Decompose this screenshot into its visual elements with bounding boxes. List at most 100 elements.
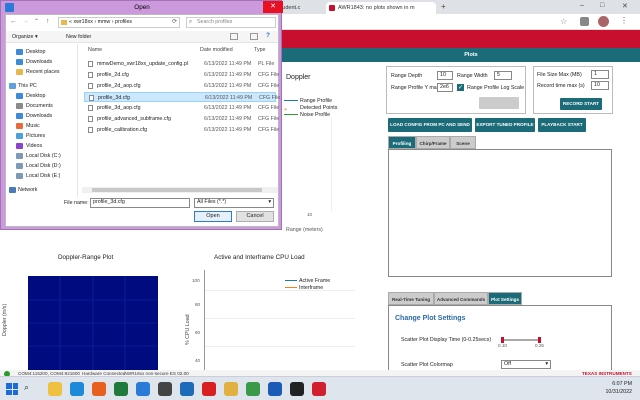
- cpu-tick-80: 80: [195, 302, 201, 307]
- range-profile-ymax-label: Range Profile Y max: [391, 85, 440, 91]
- star-icon[interactable]: ☆: [560, 17, 569, 26]
- file-name-input[interactable]: profile_3d.cfg: [90, 198, 190, 208]
- file-date: 6/13/2022 11:49 PM: [204, 116, 252, 122]
- tab-advanced-commands[interactable]: Advanced Commands: [434, 292, 488, 305]
- terminal-icon[interactable]: [290, 382, 304, 396]
- dialog-body: ← → ⌃ ↑ « xwr18xx › mmw › profiles ⟳ ⌕ S…: [5, 14, 280, 227]
- file-type-select[interactable]: All Files (*.*) ▾: [194, 198, 274, 208]
- tab-scene[interactable]: Scene: [450, 136, 476, 149]
- taskbar-search-icon[interactable]: ⌕: [24, 382, 40, 396]
- horizontal-scrollbar[interactable]: [82, 187, 278, 193]
- file-date: 6/13/2022 11:49 PM: [204, 61, 252, 67]
- record-settings-panel: File Size Max (MB) 1 Record time max (s)…: [533, 66, 613, 114]
- cancel-button[interactable]: Cancel: [236, 211, 274, 222]
- file-date: 6/13/2022 11:49 PM: [204, 83, 252, 89]
- open-button[interactable]: Open: [194, 211, 232, 222]
- legend-range-profile: Range Profile: [284, 98, 354, 105]
- export-profile-button[interactable]: EXPORT TUNED PROFILE: [475, 118, 535, 132]
- taskbar: ⌕ 6:07 PM 10/31/2022: [0, 376, 640, 400]
- load-config-button[interactable]: LOAD CONFIG FROM PC AND SEND: [388, 118, 472, 132]
- range-width-label: Range Width: [457, 73, 488, 79]
- doppler-range-heatmap: [28, 276, 158, 370]
- taskbar-clock[interactable]: 6:07 PM 10/31/2022: [577, 380, 632, 396]
- minimize-button[interactable]: –: [580, 2, 584, 9]
- tab-chirp-frame[interactable]: Chirp/Frame: [416, 136, 450, 149]
- file-name: profile_2d.cfg: [97, 72, 129, 78]
- excel-icon[interactable]: [114, 382, 128, 396]
- record-time-input[interactable]: 10: [591, 81, 609, 90]
- tab-real-time-tuning[interactable]: Real-Time Tuning: [388, 292, 434, 305]
- chrome-icon[interactable]: [246, 382, 260, 396]
- tab-plots[interactable]: Plots: [282, 48, 640, 62]
- edge-icon[interactable]: [70, 382, 84, 396]
- file-size-label: File Size Max (MB): [537, 72, 582, 78]
- close-window-button[interactable]: ✕: [622, 2, 628, 10]
- app-cube-icon[interactable]: [312, 382, 326, 396]
- file-row[interactable]: profile_advanced_subframe.cfg 6/13/2022 1…: [84, 114, 279, 124]
- tab-plot-settings[interactable]: Plot Settings: [488, 292, 522, 305]
- firefox-icon[interactable]: [92, 382, 106, 396]
- range-profile-ymax-input[interactable]: 2e6: [437, 83, 453, 92]
- record-start-button[interactable]: RECORD START: [560, 98, 602, 110]
- dialog-title: Open: [134, 4, 150, 11]
- file-name: profile_3d_aop.cfg: [97, 105, 141, 111]
- playback-start-button[interactable]: PLAYBACK START: [538, 118, 586, 132]
- log-scale-label: Range Profile Log Scale: [467, 85, 525, 91]
- cpu-tick-100: 100: [192, 278, 200, 283]
- range-profile-plot-area: [282, 118, 332, 212]
- dialog-close-button[interactable]: ✕: [263, 1, 283, 13]
- browser-tab-awr1843[interactable]: AWR1843: no plots shown in m: [326, 2, 436, 14]
- file-name: profile_3d.cfg: [98, 95, 130, 101]
- file-list: mmwDemo_xwr18xx_update_config.pl 6/13/202…: [6, 15, 280, 197]
- tab-profiling[interactable]: Profiling: [388, 136, 416, 149]
- clock-date: 10/31/2022: [605, 389, 632, 395]
- scatter-display-slider[interactable]: [501, 337, 541, 343]
- file-type: CFG File: [258, 72, 280, 78]
- file-type: PL File: [258, 61, 275, 67]
- clock-time: 6:07 PM: [612, 381, 632, 387]
- new-tab-button[interactable]: +: [441, 2, 446, 11]
- log-scale-checkbox[interactable]: ✓: [457, 84, 464, 91]
- range-width-input[interactable]: 5: [494, 71, 512, 80]
- maximize-button[interactable]: □: [600, 2, 604, 9]
- outlook-icon[interactable]: [268, 382, 282, 396]
- cpu-load-plot-area: [204, 270, 355, 370]
- doppler-axis-label: Doppler (m/s): [2, 303, 8, 336]
- file-icon: [88, 116, 93, 122]
- file-row[interactable]: profile_3d_aop.cfg 6/13/2022 11:49 PM CFG …: [84, 103, 279, 113]
- file-size-input[interactable]: 1: [591, 70, 609, 79]
- range-settings-panel: Range Depth 10 Range Width 5 Range Profi…: [386, 66, 526, 114]
- plot-settings-panel: Change Plot Settings Scatter Plot Displa…: [388, 305, 612, 371]
- scatter-colormap-select[interactable]: Off ▾: [501, 360, 551, 369]
- file-row[interactable]: profile_calibration.cfg 6/13/2022 11:49 P…: [84, 125, 279, 135]
- cpu-axis-label: % CPU Load: [185, 314, 191, 345]
- ti-favicon-icon: [329, 5, 335, 11]
- file-icon: [89, 95, 94, 101]
- range-axis-label: Range (meters): [286, 227, 323, 233]
- file-date: 6/13/2022 11:49 PM: [204, 127, 252, 133]
- store-icon[interactable]: [136, 382, 150, 396]
- extensions-icon[interactable]: [580, 17, 589, 26]
- file-date: 6/13/2022 11:49 PM: [205, 95, 253, 101]
- open-file-dialog: Open ✕ ← → ⌃ ↑ « xwr18xx › mmw › profile…: [0, 0, 283, 230]
- legend-interframe: Interframe: [285, 285, 330, 292]
- file-icon: [88, 127, 93, 133]
- range-depth-input[interactable]: 10: [437, 71, 453, 80]
- file-row[interactable]: profile_3d.cfg 6/13/2022 11:49 PM CFG File: [84, 92, 280, 102]
- profile-avatar[interactable]: [598, 16, 609, 27]
- media-icon[interactable]: [180, 382, 194, 396]
- file-row[interactable]: profile_2d_aop.cfg 6/13/2022 11:49 PM CFG …: [84, 81, 279, 91]
- file-row[interactable]: mmwDemo_xwr18xx_update_config.pl 6/13/202…: [84, 59, 276, 69]
- windows-start-icon[interactable]: [6, 383, 18, 395]
- change-plot-settings-heading: Change Plot Settings: [395, 315, 466, 322]
- scatter-display-label: Scatter Plot Display Time (0-0.25secs): [401, 337, 492, 343]
- file-explorer-icon[interactable]: [48, 382, 62, 396]
- menu-icon[interactable]: ⋮: [620, 16, 628, 25]
- file-row[interactable]: profile_2d.cfg 6/13/2022 11:49 PM CFG File: [84, 70, 280, 80]
- range-profile-legend: Range Profile + Detected Points Noise Pro…: [284, 98, 354, 119]
- explorer-icon[interactable]: [224, 382, 238, 396]
- file-name: profile_advanced_subframe.cfg: [97, 116, 171, 122]
- acrobat-icon[interactable]: [202, 382, 216, 396]
- file-date: 6/13/2022 11:49 PM: [204, 105, 252, 111]
- camera-icon[interactable]: [158, 382, 172, 396]
